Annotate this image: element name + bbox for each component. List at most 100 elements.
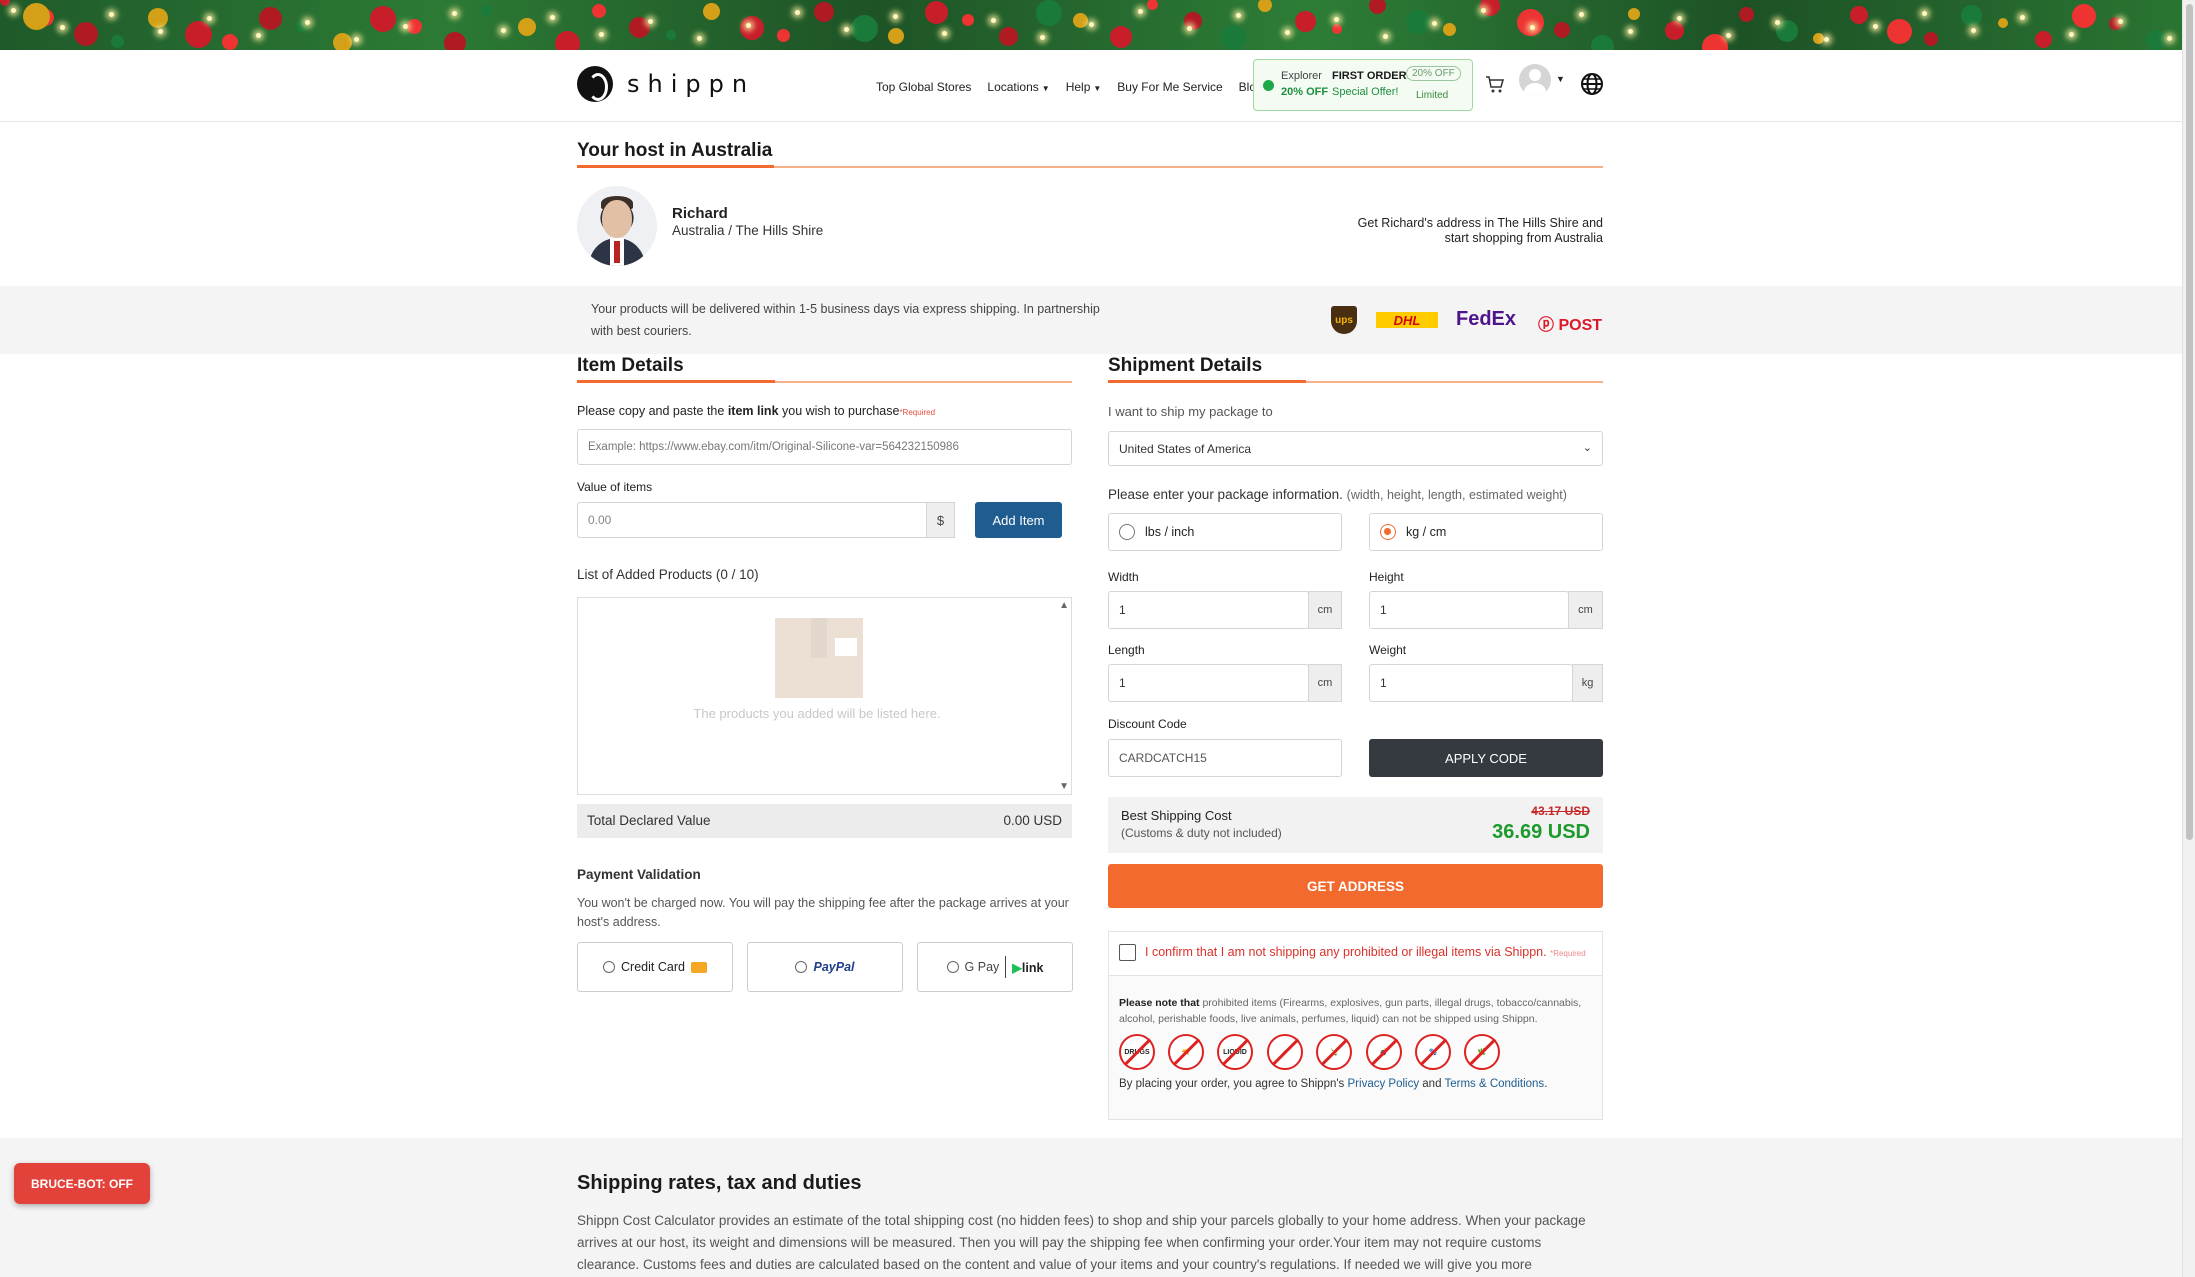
string-light (1089, 22, 1094, 27)
payment-gpay-link[interactable]: G Pay ▶link (917, 942, 1073, 992)
ornament (23, 3, 50, 30)
length-input[interactable]: 1 (1108, 664, 1309, 702)
radio-selected-icon (1380, 524, 1396, 540)
old-price: 43.17 USD (1531, 804, 1590, 818)
section-underline (577, 165, 1603, 168)
add-item-button[interactable]: Add Item (975, 502, 1062, 538)
user-avatar[interactable] (1519, 64, 1551, 96)
status-dot-icon (1263, 80, 1274, 91)
chevron-down-icon: ⌄ (1582, 442, 1592, 454)
ornament (370, 6, 396, 32)
discount-label: Discount Code (1108, 717, 1187, 731)
payment-text: You won't be charged now. You will pay t… (577, 896, 1069, 929)
ornament (1628, 8, 1640, 20)
rates-title: Shipping rates, tax and duties (577, 1172, 862, 1194)
host-photo (577, 186, 657, 266)
menu-locations[interactable]: Locations ▼ (987, 80, 1049, 94)
string-light (991, 18, 996, 23)
privacy-link[interactable]: Privacy Policy (1348, 1078, 1420, 1090)
ornament (629, 17, 650, 38)
payment-credit-card[interactable]: Credit Card (577, 942, 733, 992)
menu-buy-for-me[interactable]: Buy For Me Service (1117, 80, 1222, 94)
ornament (925, 1, 948, 24)
no-cannabis-icon: 🌿 (1464, 1034, 1500, 1070)
scroll-up-icon[interactable]: ▲ (1059, 600, 1069, 611)
bruce-bot-toggle[interactable]: BRUCE-BOT: OFF (14, 1163, 150, 1204)
apply-code-button[interactable]: APPLY CODE (1369, 739, 1603, 777)
country-select[interactable]: United States of America ⌄ (1108, 431, 1603, 466)
ornament (851, 15, 878, 42)
first-order-promo[interactable]: Explorer 20% OFF FIRST ORDER Special Off… (1253, 59, 1473, 111)
string-light (2118, 19, 2123, 24)
ornament (185, 21, 212, 48)
host-cta: Get Richard's address in The Hills Shire… (1357, 216, 1603, 245)
string-light (1334, 17, 1339, 22)
confirm-checkbox[interactable] (1119, 944, 1136, 961)
string-light (1530, 25, 1535, 30)
ornament (407, 19, 422, 34)
string-light (648, 19, 653, 24)
scroll-down-icon[interactable]: ▼ (1059, 781, 1069, 792)
ornament (592, 4, 606, 18)
height-label: Height (1369, 570, 1404, 584)
string-light (942, 31, 947, 36)
ornament (333, 33, 352, 50)
string-light (1922, 11, 1927, 16)
string-light (403, 24, 408, 29)
ornament (2035, 31, 2052, 48)
discount-input[interactable]: CARDCATCH15 (1108, 739, 1342, 777)
total-declared-row: Total Declared Value 0.00 USD (577, 804, 1072, 838)
string-light (795, 10, 800, 15)
cart-icon[interactable] (1485, 74, 1505, 94)
top-navbar: shippn Top Global Stores Locations ▼ Help… (0, 50, 2182, 122)
added-products-list[interactable]: The products you added will be listed he… (577, 597, 1072, 795)
no-animals-icon: 🐾 (1415, 1034, 1451, 1070)
height-input[interactable]: 1 (1369, 591, 1569, 629)
string-light (746, 23, 751, 28)
string-light (305, 20, 310, 25)
ornament (1998, 18, 2008, 28)
string-light (207, 16, 212, 21)
radio-icon (603, 961, 616, 973)
agree-text: By placing your order, you agree to Ship… (1119, 1078, 1548, 1090)
radio-icon (795, 961, 808, 973)
confirm-text[interactable]: I confirm that I am not shipping any pro… (1145, 945, 1586, 959)
ornament (1036, 0, 1062, 26)
ornament (777, 29, 790, 42)
item-link-input[interactable]: Example: https://www.ebay.com/itm/Origin… (577, 429, 1072, 465)
logo[interactable]: shippn (577, 66, 755, 102)
ornament (2146, 30, 2166, 50)
ornament (518, 18, 536, 36)
no-syringe-icon: 💉 (1267, 1034, 1303, 1070)
auspost-logo: ⓟ POST (1538, 317, 1603, 334)
weight-input[interactable]: 1 (1369, 664, 1573, 702)
payment-paypal[interactable]: PayPal (747, 942, 903, 992)
ornament (74, 22, 98, 46)
caret-down-icon: ▼ (1041, 84, 1050, 93)
page-scrollbar[interactable] (2182, 0, 2195, 1277)
currency-addon: $ (926, 502, 955, 538)
unit-kg-option[interactable]: kg / cm (1369, 513, 1603, 551)
menu-top-global-stores[interactable]: Top Global Stores (876, 80, 971, 94)
ornament (1110, 26, 1132, 48)
caret-down-icon[interactable]: ▼ (1556, 74, 1565, 84)
ornament (1258, 0, 1272, 12)
ornament (888, 28, 904, 44)
no-alcohol-icon: 🍾 (1316, 1034, 1352, 1070)
menu-help[interactable]: Help ▼ (1066, 80, 1102, 94)
get-address-button[interactable]: GET ADDRESS (1108, 864, 1603, 908)
width-input[interactable]: 1 (1108, 591, 1309, 629)
ornament (1332, 24, 1342, 34)
prohibited-box: I confirm that I am not shipping any pro… (1108, 931, 1603, 1120)
value-input[interactable]: 0.00 (577, 502, 927, 538)
height-unit: cm (1568, 591, 1603, 629)
scrollbar-thumb[interactable] (2186, 4, 2193, 840)
credit-card-icon (690, 961, 707, 973)
globe-icon[interactable] (1580, 72, 1604, 96)
ornament (1517, 9, 1544, 36)
terms-link[interactable]: Terms & Conditions (1444, 1078, 1544, 1090)
ornament (1295, 11, 1316, 32)
delivery-info-band: Your products will be delivered within 1… (0, 286, 2182, 354)
ornament (814, 2, 834, 22)
unit-lbs-option[interactable]: lbs / inch (1108, 513, 1342, 551)
